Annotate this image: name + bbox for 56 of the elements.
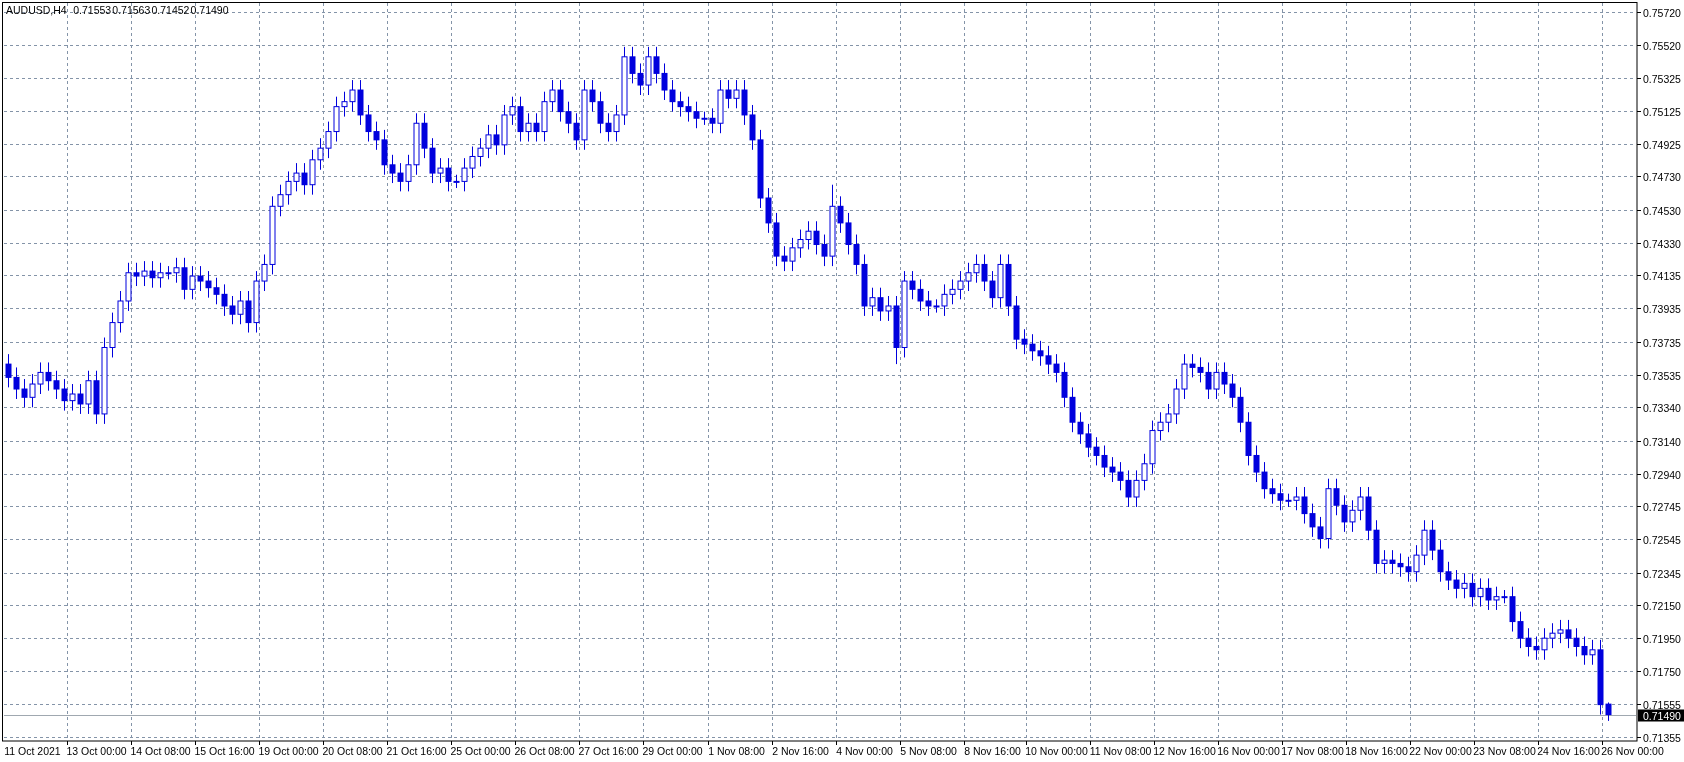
price-axis-label: 0.71950 [1643,632,1681,645]
chart-title: AUDUSD,H4 [6,4,67,16]
price-axis-label: 0.72545 [1643,533,1681,546]
time-axis-label: 12 Nov 16:00 [1153,745,1216,757]
time-axis-label: 29 Oct 00:00 [642,745,703,757]
price-axis-label: 0.74530 [1643,204,1681,217]
time-axis-label: 19 Oct 00:00 [258,745,319,757]
time-axis-label: 21 Oct 16:00 [386,745,447,757]
price-axis-label: 0.72745 [1643,500,1681,513]
time-axis-label: 8 Nov 16:00 [964,745,1021,757]
time-axis-label: 11 Nov 08:00 [1089,745,1152,757]
time-axis-label: 1 Nov 08:00 [708,745,765,757]
time-axis-label: 5 Nov 08:00 [900,745,957,757]
current-price-tag: 0.71490 [1638,709,1684,722]
quote-value: 0.71563 [112,4,151,16]
time-axis-label: 27 Oct 16:00 [578,745,639,757]
time-axis-label: 11 Oct 2021 [4,745,61,757]
price-axis-label: 0.75720 [1643,6,1681,19]
price-axis-label: 0.73140 [1643,435,1681,448]
time-axis-label: 26 Nov 00:00 [1601,745,1664,757]
price-axis-label: 0.71750 [1643,665,1681,678]
price-axis-label: 0.75125 [1643,105,1681,118]
time-axis-label: 2 Nov 16:00 [772,745,829,757]
price-axis-label: 0.73935 [1643,302,1681,315]
quote-value: 0.71490 [190,4,229,16]
price-axis-label: 0.71355 [1643,731,1681,744]
time-axis-label: 23 Nov 08:00 [1473,745,1536,757]
time-axis-label: 10 Nov 00:00 [1025,745,1088,757]
time-axis-label: 14 Oct 08:00 [130,745,191,757]
price-axis-label: 0.72345 [1643,567,1681,580]
time-axis-label: 17 Nov 08:00 [1281,745,1344,757]
price-axis-label: 0.71555 [1643,698,1681,711]
price-axis-label: 0.74730 [1643,170,1681,183]
price-axis-label: 0.73340 [1643,401,1681,414]
time-axis-label: 26 Oct 08:00 [514,745,575,757]
price-axis-label: 0.74925 [1643,138,1681,151]
time-axis-label: 20 Oct 08:00 [322,745,383,757]
time-axis-label: 18 Nov 16:00 [1345,745,1408,757]
price-axis-label: 0.74330 [1643,237,1681,250]
time-axis-label: 15 Oct 16:00 [194,745,255,757]
time-axis-label: 24 Nov 16:00 [1537,745,1600,757]
price-axis-label: 0.74135 [1643,269,1681,282]
quote-value: 0.71553 [73,4,112,16]
price-axis-label: 0.72150 [1643,599,1681,612]
time-axis-label: 13 Oct 00:00 [66,745,127,757]
time-axis-label: 4 Nov 00:00 [836,745,893,757]
time-axis-label: 25 Oct 00:00 [450,745,511,757]
price-axis-label: 0.73735 [1643,336,1681,349]
price-axis-label: 0.75325 [1643,72,1681,85]
time-axis-label: 16 Nov 00:00 [1217,745,1280,757]
ref-line-label: 0.71490 [1643,709,1682,722]
price-axis-label: 0.75520 [1643,39,1681,52]
time-axis-label: 22 Nov 00:00 [1409,745,1472,757]
price-axis-label: 0.73535 [1643,369,1681,382]
quote-value: 0.71452 [151,4,190,16]
price-axis-label: 0.72940 [1643,468,1681,481]
